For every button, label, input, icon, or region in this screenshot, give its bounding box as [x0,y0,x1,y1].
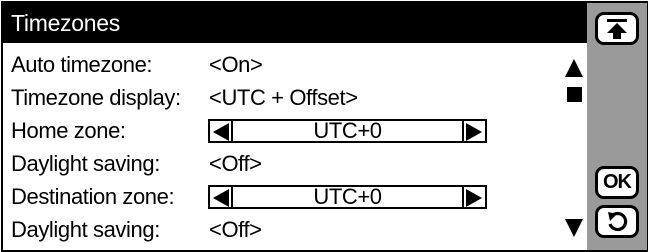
triangle-left-icon[interactable] [213,189,229,207]
ok-button-label: OK [603,171,632,193]
daylight-saving-home-value[interactable]: <Off> [209,151,262,177]
spinner-divider [231,187,233,207]
page-title: Timezones [3,3,587,43]
home-zone-label: Home zone: [11,118,126,143]
ok-button[interactable]: OK [595,166,639,199]
destination-zone-label: Destination zone: [11,184,175,209]
triangle-right-icon[interactable] [466,123,482,141]
daylight-saving-home-label: Daylight saving: [11,151,160,176]
home-zone-value: UTC+0 [313,118,382,143]
spinner-divider [462,121,464,141]
sidebar: OK [587,3,647,250]
spinner-divider [231,121,233,141]
timezones-screen: Timezones Auto timezone: <On> Timezone d… [1,1,648,252]
auto-timezone-label: Auto timezone: [11,52,153,77]
spinner-divider [462,187,464,207]
daylight-saving-destination-value[interactable]: <Off> [209,217,262,243]
auto-timezone-value[interactable]: <On> [209,52,263,78]
scroll-to-top-button[interactable] [595,12,639,45]
destination-zone-spinner[interactable]: UTC+0 [208,184,487,209]
triangle-right-icon[interactable] [466,189,482,207]
scroll-thumb[interactable] [567,87,582,102]
triangle-up-icon[interactable] [565,59,583,77]
scroll-to-top-icon [607,18,627,39]
destination-zone-value: UTC+0 [313,184,382,209]
home-zone-spinner[interactable]: UTC+0 [208,118,487,143]
timezone-display-label: Timezone display: [11,85,181,110]
triangle-down-icon[interactable] [565,219,583,237]
back-button[interactable] [595,205,639,238]
timezone-display-value[interactable]: <UTC + Offset> [209,85,358,111]
triangle-left-icon[interactable] [213,123,229,141]
back-icon [608,211,628,231]
daylight-saving-destination-label: Daylight saving: [11,217,160,242]
